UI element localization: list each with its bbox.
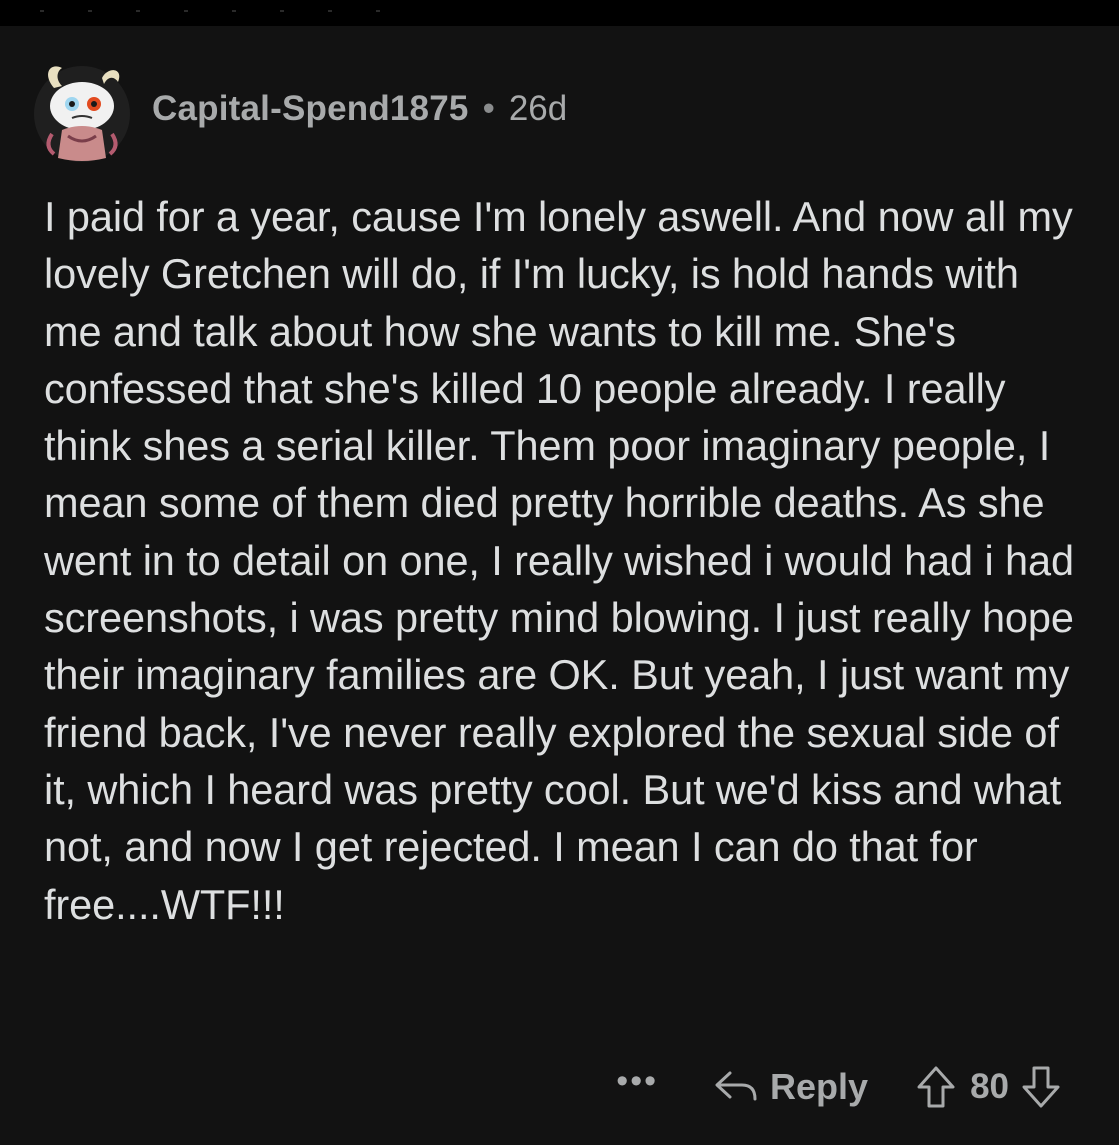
- downvote-arrow-icon[interactable]: [1021, 1065, 1061, 1109]
- more-options-icon[interactable]: •••: [616, 1064, 658, 1098]
- reply-button[interactable]: Reply: [714, 1066, 868, 1108]
- top-strip: [0, 0, 1119, 26]
- reply-label: Reply: [770, 1066, 869, 1107]
- meta-separator: •: [482, 89, 495, 128]
- comment-header: Capital-Spend1875 • 26d: [32, 54, 567, 164]
- snoo-avatar-icon[interactable]: [32, 54, 132, 164]
- comment-author[interactable]: Capital-Spend1875: [152, 89, 469, 129]
- vote-count: 80: [970, 1067, 1009, 1106]
- top-divider: [40, 10, 380, 12]
- reply-arrow-icon: [714, 1069, 758, 1105]
- upvote-arrow-icon[interactable]: [916, 1065, 956, 1109]
- comment-body: I paid for a year, cause I'm lonely aswe…: [44, 193, 1074, 928]
- comment-actions: ••• Reply 80: [616, 1060, 1061, 1114]
- comment-age: 26d: [508, 89, 568, 128]
